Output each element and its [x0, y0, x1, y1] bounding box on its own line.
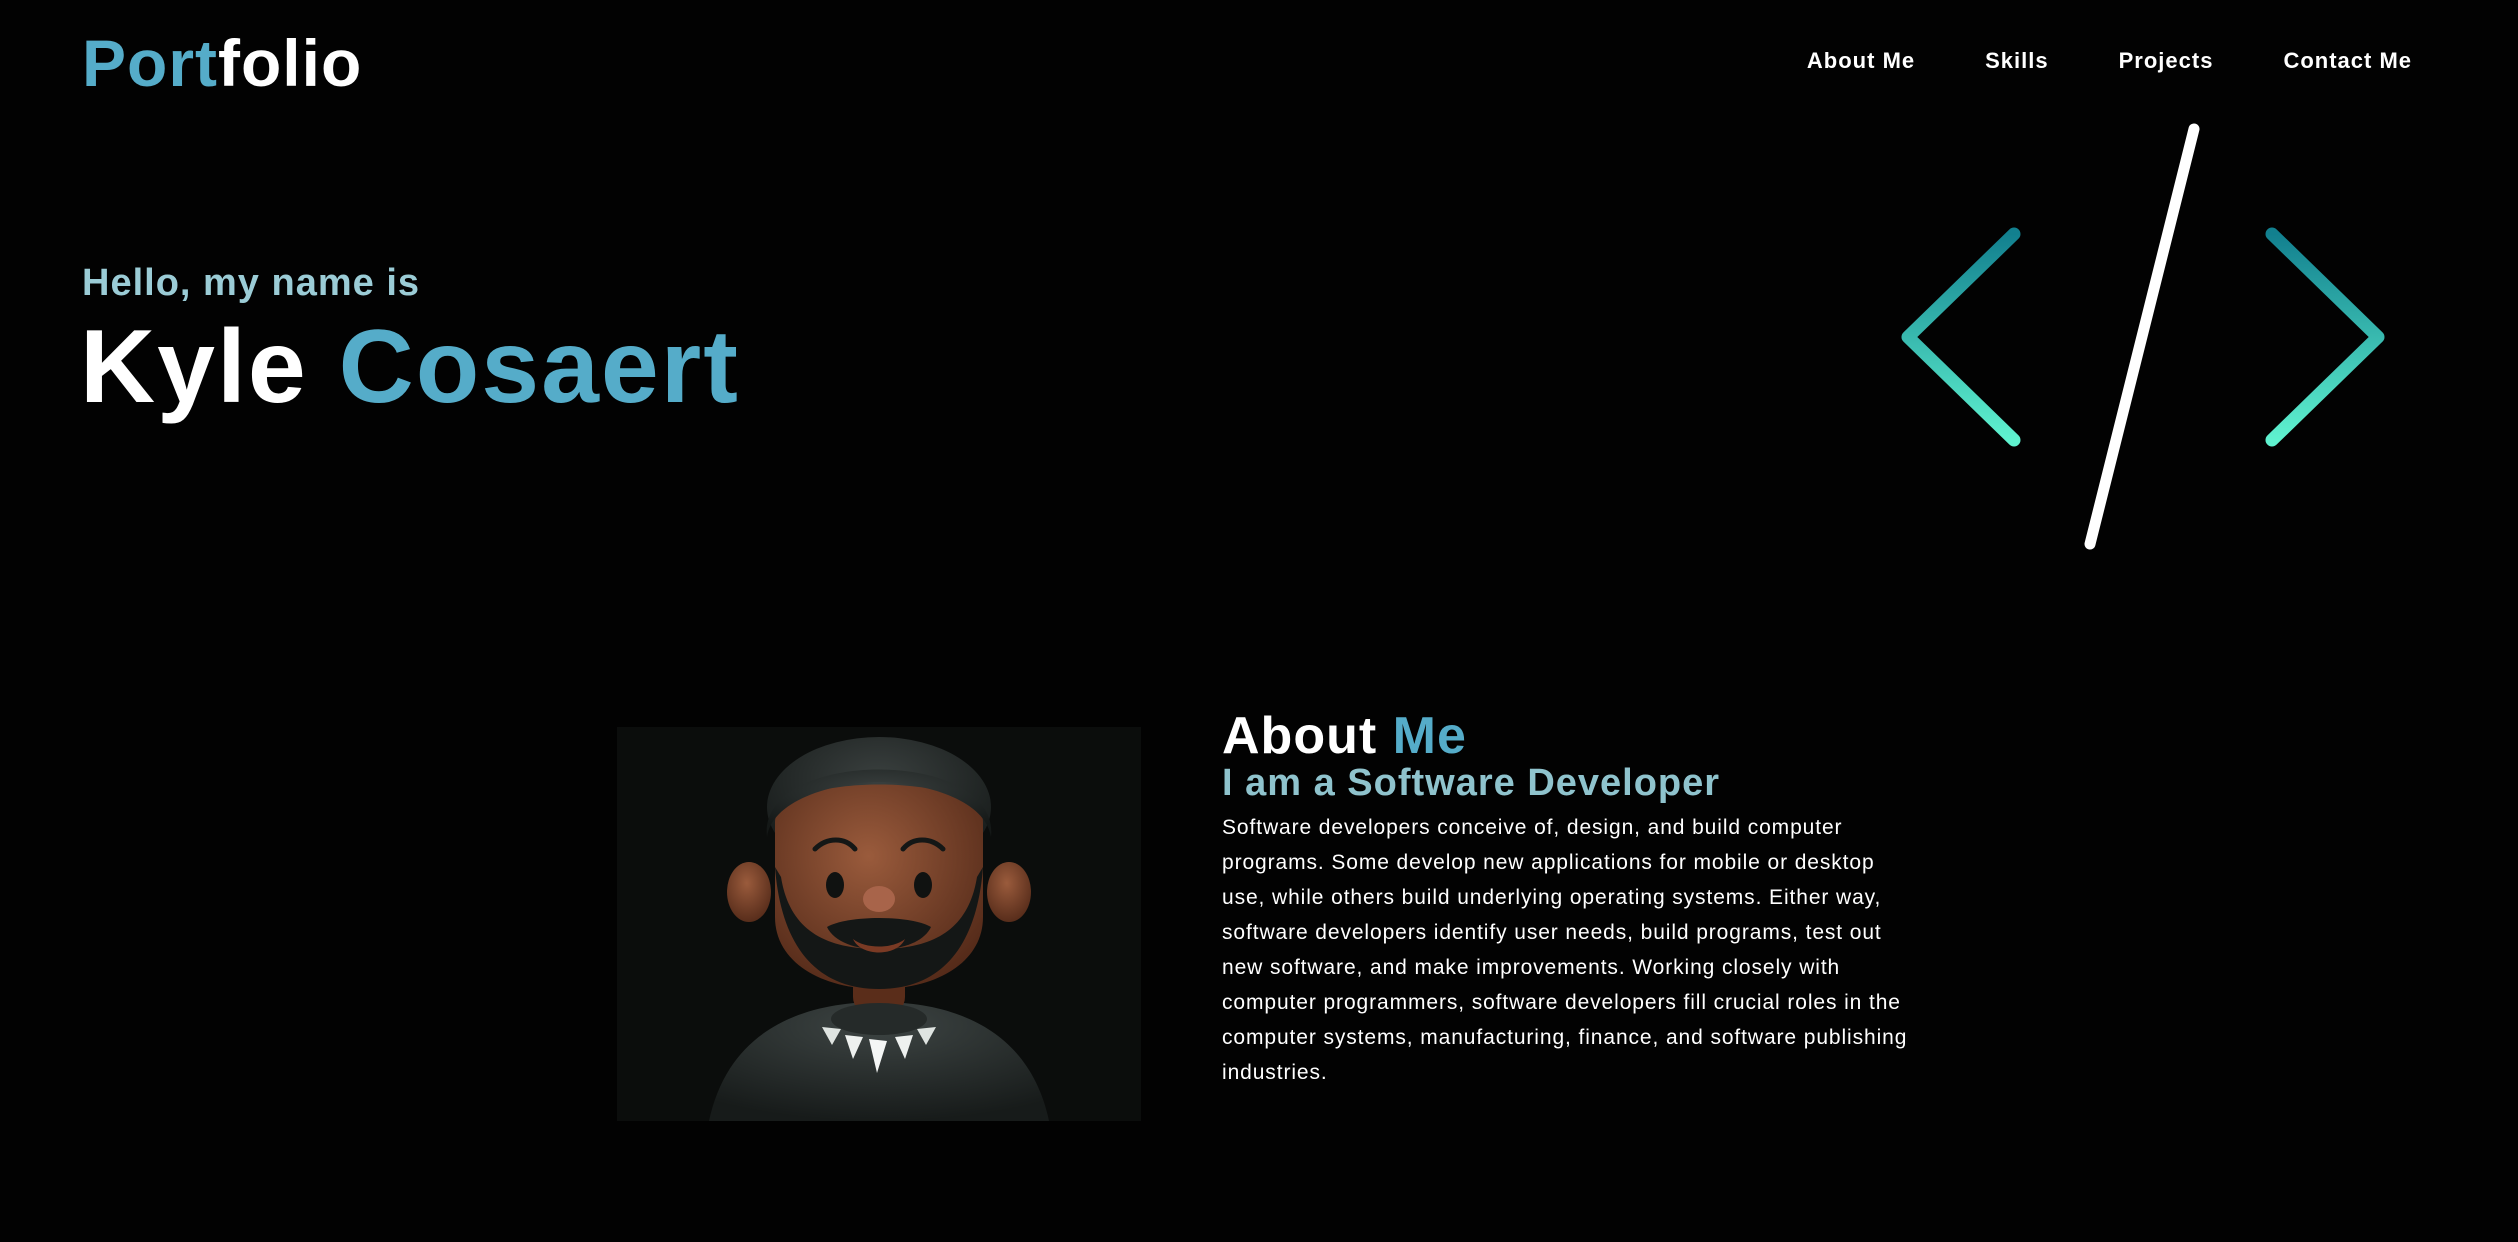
portfolio-page: Portfolio About Me Skills Projects Conta… — [0, 0, 2518, 1242]
main-nav: About Me Skills Projects Contact Me — [1807, 48, 2412, 74]
nav-about-me[interactable]: About Me — [1807, 48, 1915, 74]
hero-greeting: Hello, my name is — [82, 262, 421, 304]
about-subtitle: I am a Software Developer — [1222, 762, 1721, 804]
code-brackets-icon — [1901, 123, 2385, 550]
hero-name: Kyle Cosaert — [80, 310, 740, 424]
nav-projects[interactable]: Projects — [2119, 48, 2214, 74]
right-angle-bracket — [2265, 227, 2385, 447]
avatar-image — [617, 727, 1141, 1121]
about-title: About Me — [1222, 706, 1467, 766]
last-name: Cosaert — [338, 309, 740, 425]
nav-skills[interactable]: Skills — [1985, 48, 2048, 74]
about-title-word1: About — [1222, 707, 1378, 765]
site-logo[interactable]: Portfolio — [82, 30, 362, 96]
avatar-illustration — [709, 737, 1049, 1121]
about-title-word2: Me — [1392, 707, 1467, 765]
logo-accent-text: Port — [82, 26, 218, 100]
first-name: Kyle — [80, 309, 308, 425]
left-angle-bracket — [1901, 227, 2021, 447]
nav-contact-me[interactable]: Contact Me — [2283, 48, 2412, 74]
slash-line — [2084, 123, 2200, 550]
about-description: Software developers conceive of, design,… — [1222, 816, 1908, 1084]
logo-text: folio — [218, 26, 363, 100]
